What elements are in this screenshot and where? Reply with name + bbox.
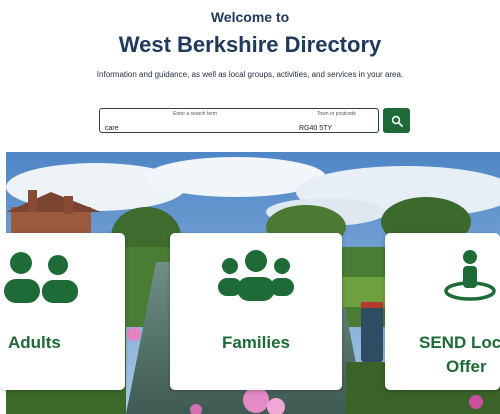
search-button[interactable] (383, 108, 410, 133)
card-send-label-line2: Offer (446, 357, 487, 376)
intro-text: Information and guidance, as well as loc… (96, 70, 404, 79)
card-send-local-offer[interactable]: SEND Loc Offer (385, 233, 500, 390)
page-title: West Berkshire Directory (118, 32, 382, 57)
two-people-icon (4, 252, 78, 303)
postcode-input[interactable] (299, 123, 374, 134)
welcome-text: Welcome to (210, 9, 290, 25)
card-adults-label: Adults (8, 333, 61, 352)
search-term-input[interactable] (105, 123, 285, 134)
person-location-icon (444, 250, 496, 301)
search-term-field: Enter a search term (105, 111, 285, 135)
card-send-label-line1: SEND Loc (419, 333, 500, 352)
search-form: Enter a search term Town or postcode (99, 108, 379, 135)
search-term-label: Enter a search term (173, 111, 217, 117)
card-families-label: Families (221, 333, 291, 352)
card-families[interactable]: Families (170, 233, 342, 390)
page-header: Welcome to West Berkshire Directory Info… (0, 0, 500, 152)
postcode-field: Town or postcode (299, 111, 374, 135)
card-adults[interactable]: Adults (0, 233, 125, 390)
postcode-label: Town or postcode (316, 111, 357, 117)
family-group-icon (218, 250, 294, 301)
search-icon (391, 115, 403, 127)
